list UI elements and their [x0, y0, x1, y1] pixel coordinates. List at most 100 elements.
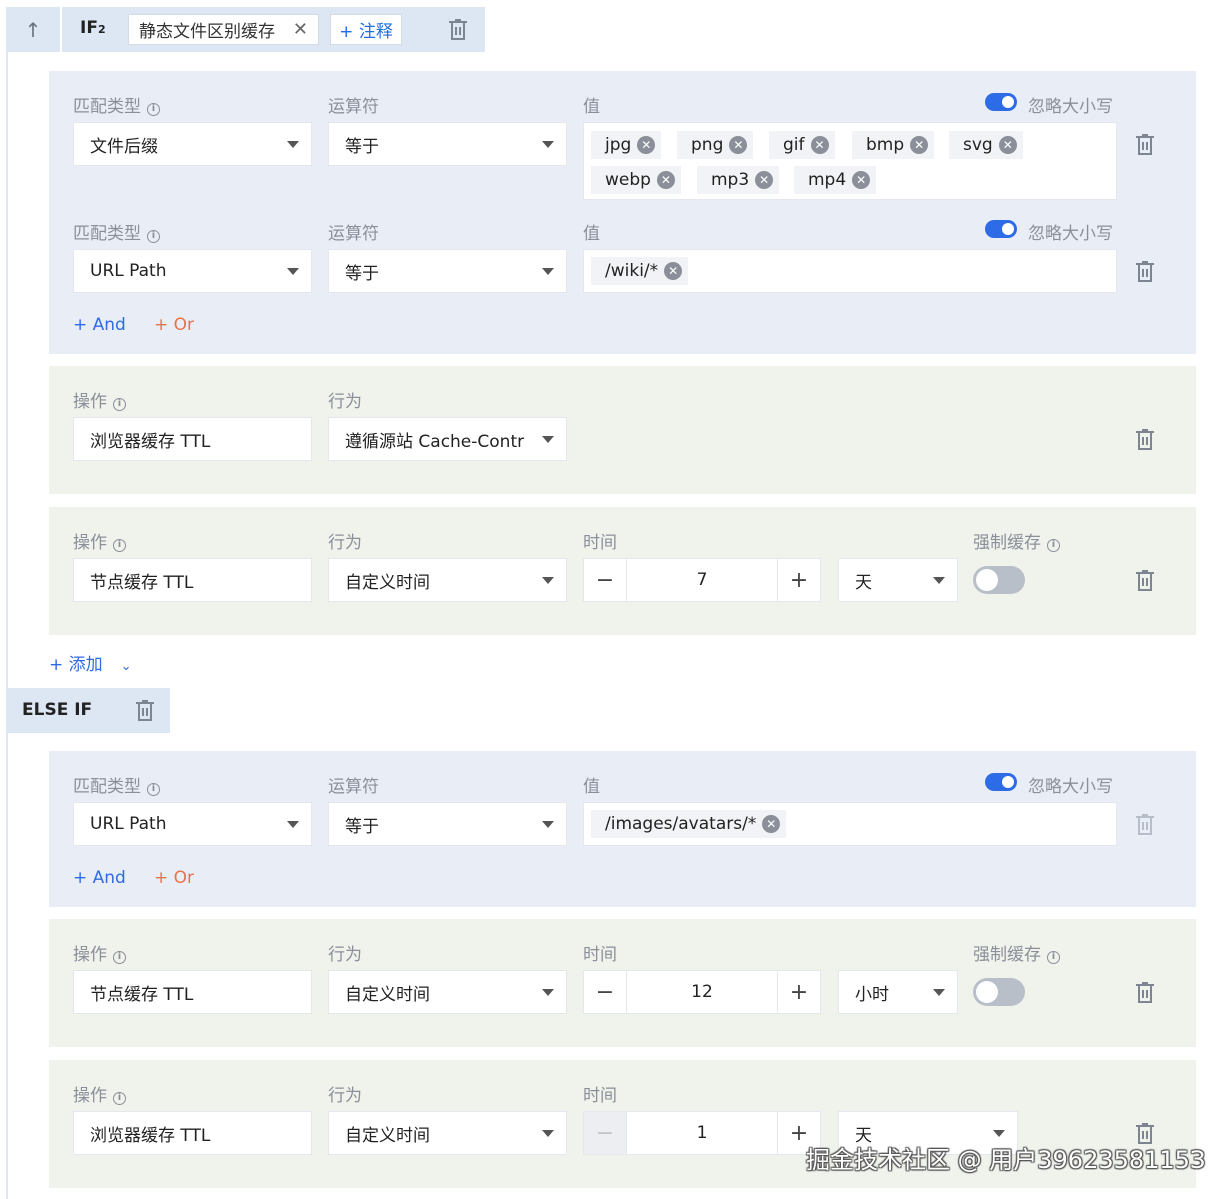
ignore-case-toggle[interactable]: [985, 773, 1017, 791]
value-label: 值: [583, 97, 600, 117]
trash-icon[interactable]: [1134, 428, 1156, 452]
add-or-button[interactable]: + Or: [154, 315, 194, 335]
add-and-button[interactable]: + And: [73, 868, 126, 888]
decrement-button[interactable]: −: [583, 558, 627, 602]
clear-icon[interactable]: ✕: [293, 19, 308, 40]
operator-select[interactable]: 等于: [328, 249, 567, 293]
ignore-case-toggle[interactable]: [985, 220, 1017, 238]
operator-select[interactable]: 等于: [328, 802, 567, 846]
operator-select[interactable]: 等于: [328, 122, 567, 166]
tag-remove-icon[interactable]: ✕: [810, 136, 829, 154]
tag-remove-icon[interactable]: ✕: [656, 171, 675, 189]
behavior-select[interactable]: 自定义时间: [328, 558, 567, 602]
add-action-button[interactable]: + 添加 ⌄: [49, 650, 132, 675]
info-icon: i: [113, 1092, 126, 1105]
operation-label: 操作 i: [73, 528, 126, 553]
trash-icon[interactable]: [1134, 133, 1156, 157]
chevron-down-icon: [933, 989, 945, 996]
trash-icon[interactable]: [447, 18, 469, 42]
chevron-down-icon: [287, 141, 299, 148]
add-and-button[interactable]: + And: [73, 315, 126, 335]
operation-field: 节点缓存 TTL: [73, 970, 312, 1014]
chevron-down-icon: [933, 577, 945, 584]
chevron-down-icon: [287, 821, 299, 828]
value-tag-input[interactable]: /wiki/* ✕: [583, 249, 1117, 293]
force-cache-toggle[interactable]: [973, 566, 1025, 594]
add-note-button[interactable]: + 注释: [330, 14, 402, 45]
match-type-select[interactable]: 文件后缀: [73, 122, 312, 166]
operation-label: 操作 i: [73, 940, 126, 965]
ignore-case-label: 忽略大小写: [1028, 224, 1113, 244]
match-type-label: 匹配类型 i: [73, 219, 160, 244]
watermark: 掘金技术社区 @ 用户3962358115З: [806, 1146, 1206, 1174]
decrement-button[interactable]: −: [583, 970, 627, 1014]
collapse-up-icon[interactable]: ↑: [6, 7, 62, 52]
tag-remove-icon[interactable]: ✕: [910, 136, 929, 154]
operation-field: 节点缓存 TTL: [73, 558, 312, 602]
trash-icon[interactable]: [134, 699, 156, 723]
time-value-input[interactable]: 12: [627, 970, 777, 1014]
tag-remove-icon[interactable]: ✕: [755, 171, 774, 189]
time-unit-select[interactable]: 天: [838, 558, 958, 602]
value-tag: /wiki/* ✕: [591, 257, 689, 285]
operator-label: 运算符: [328, 224, 379, 244]
value-tag: gif ✕: [769, 131, 835, 159]
operation-field: 浏览器缓存 TTL: [73, 417, 312, 461]
tag-remove-icon[interactable]: ✕: [664, 262, 683, 280]
operator-label: 运算符: [328, 97, 379, 117]
tag-remove-icon[interactable]: ✕: [729, 136, 748, 154]
value-tag-input[interactable]: jpg ✕ png ✕ gif ✕ bmp ✕ svg ✕ webp ✕ mp3 ✕ mp4 ✕: [583, 122, 1117, 200]
info-icon: i: [113, 951, 126, 964]
behavior-select[interactable]: 自定义时间: [328, 1111, 567, 1155]
time-unit-select[interactable]: 小时: [838, 970, 958, 1014]
ignore-case-label: 忽略大小写: [1028, 97, 1113, 117]
value-tag: mp4 ✕: [794, 166, 877, 194]
operation-label: 操作 i: [73, 1081, 126, 1106]
match-type-label: 匹配类型 i: [73, 772, 160, 797]
chevron-down-icon: [542, 436, 554, 443]
force-cache-label: 强制缓存 i: [973, 528, 1060, 553]
action-panel: 操作 i 行为 浏览器缓存 TTL 遵循源站 Cache-Contr: [49, 366, 1196, 494]
ignore-case-toggle[interactable]: [985, 93, 1017, 111]
time-label: 时间: [583, 1086, 617, 1106]
value-tag: webp ✕: [591, 166, 681, 194]
add-or-button[interactable]: + Or: [154, 868, 194, 888]
trash-icon: [1136, 814, 1154, 835]
info-icon: i: [147, 783, 160, 796]
increment-button[interactable]: +: [777, 970, 821, 1014]
trash-icon[interactable]: [1134, 260, 1156, 284]
match-type-select[interactable]: URL Path: [73, 249, 312, 293]
info-icon: i: [1047, 951, 1060, 964]
rule-name-input[interactable]: 静态文件区别缓存 ✕: [128, 14, 319, 45]
time-label: 时间: [583, 533, 617, 553]
info-icon: i: [113, 539, 126, 552]
trash-icon[interactable]: [1134, 981, 1156, 1005]
time-value-input[interactable]: 7: [627, 558, 777, 602]
chevron-down-icon: [542, 268, 554, 275]
force-cache-toggle[interactable]: [973, 978, 1025, 1006]
tag-remove-icon[interactable]: ✕: [637, 136, 656, 154]
info-icon: i: [147, 230, 160, 243]
tag-remove-icon[interactable]: ✕: [852, 171, 871, 189]
force-cache-label: 强制缓存 i: [973, 940, 1060, 965]
increment-button[interactable]: +: [777, 558, 821, 602]
action-panel: 操作 i 行为 时间 强制缓存 i 节点缓存 TTL 自定义时间 − 7 + 天: [49, 507, 1196, 635]
match-type-label: 匹配类型 i: [73, 92, 160, 117]
operation-label: 操作 i: [73, 387, 126, 412]
chevron-down-icon: [542, 141, 554, 148]
behavior-select[interactable]: 自定义时间: [328, 970, 567, 1014]
ignore-case-label: 忽略大小写: [1028, 777, 1113, 797]
tag-remove-icon[interactable]: ✕: [998, 136, 1017, 154]
chevron-down-icon: [542, 577, 554, 584]
tag-remove-icon[interactable]: ✕: [762, 815, 781, 833]
behavior-select[interactable]: 遵循源站 Cache-Contr: [328, 417, 567, 461]
trash-icon[interactable]: [1134, 569, 1156, 593]
time-value-input[interactable]: 1: [627, 1111, 777, 1155]
chevron-down-icon: [542, 989, 554, 996]
match-type-select[interactable]: URL Path: [73, 802, 312, 846]
else-if-label: ELSE IF: [22, 700, 93, 720]
time-label: 时间: [583, 945, 617, 965]
value-tag-input[interactable]: /images/avatars/* ✕: [583, 802, 1117, 846]
value-tag: jpg ✕: [591, 131, 662, 159]
info-icon: i: [1047, 539, 1060, 552]
